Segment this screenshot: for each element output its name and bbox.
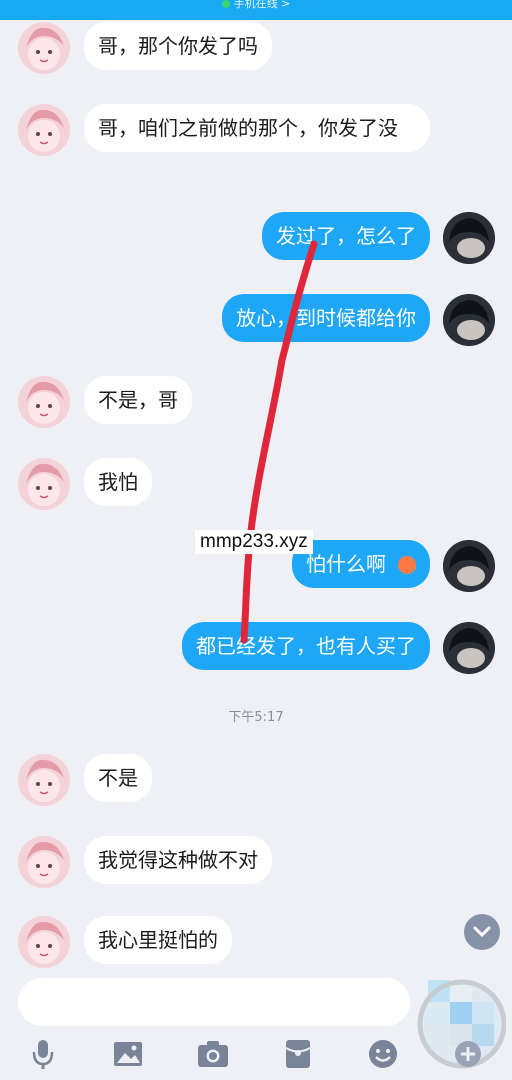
message-bubble-outgoing[interactable]: 放心，到时候都给你 xyxy=(222,294,430,342)
mic-icon[interactable] xyxy=(27,1038,59,1070)
self-avatar[interactable] xyxy=(443,212,495,264)
message-text: 怕什么啊 xyxy=(306,552,386,576)
camera-icon[interactable] xyxy=(197,1038,229,1070)
chevron-down-icon xyxy=(473,926,491,938)
status-bar[interactable]: 手机在线 > xyxy=(0,0,512,20)
contact-avatar[interactable] xyxy=(18,376,70,428)
contact-avatar[interactable] xyxy=(18,22,70,74)
self-avatar[interactable] xyxy=(443,622,495,674)
contact-avatar[interactable] xyxy=(18,104,70,156)
toolbar xyxy=(0,1032,512,1080)
message-bubble-incoming[interactable]: 不是 xyxy=(84,754,152,802)
contact-avatar[interactable] xyxy=(18,916,70,968)
message-bubble-incoming[interactable]: 我觉得这种做不对 xyxy=(84,836,272,884)
contact-avatar[interactable] xyxy=(18,836,70,888)
contact-avatar[interactable] xyxy=(18,754,70,806)
message-bubble-incoming[interactable]: 哥，那个你发了吗 xyxy=(84,22,272,70)
plus-icon[interactable] xyxy=(452,1038,484,1070)
message-bubble-incoming[interactable]: 哥，咱们之前做的那个，你发了没 xyxy=(84,104,430,152)
online-status-text: 手机在线 > xyxy=(233,0,291,10)
online-dot-icon xyxy=(221,0,230,8)
message-bubble-outgoing[interactable]: 发过了，怎么了 xyxy=(262,212,430,260)
red-packet-icon[interactable] xyxy=(282,1038,314,1070)
angry-emoji-icon xyxy=(398,556,416,574)
image-icon[interactable] xyxy=(112,1038,144,1070)
message-bubble-incoming[interactable]: 我怕 xyxy=(84,458,152,506)
self-avatar[interactable] xyxy=(443,294,495,346)
message-bubble-outgoing[interactable]: 都已经发了，也有人买了 xyxy=(182,622,430,670)
message-bubble-incoming[interactable]: 不是，哥 xyxy=(84,376,192,424)
message-bubble-incoming[interactable]: 我心里挺怕的 xyxy=(84,916,232,964)
message-input[interactable] xyxy=(18,978,410,1026)
self-avatar[interactable] xyxy=(443,540,495,592)
scroll-down-button[interactable] xyxy=(464,914,500,950)
emoji-icon[interactable] xyxy=(367,1038,399,1070)
watermark-text: mmp233.xyz xyxy=(195,530,313,554)
contact-avatar[interactable] xyxy=(18,458,70,510)
timestamp: 下午5:17 xyxy=(228,710,284,725)
